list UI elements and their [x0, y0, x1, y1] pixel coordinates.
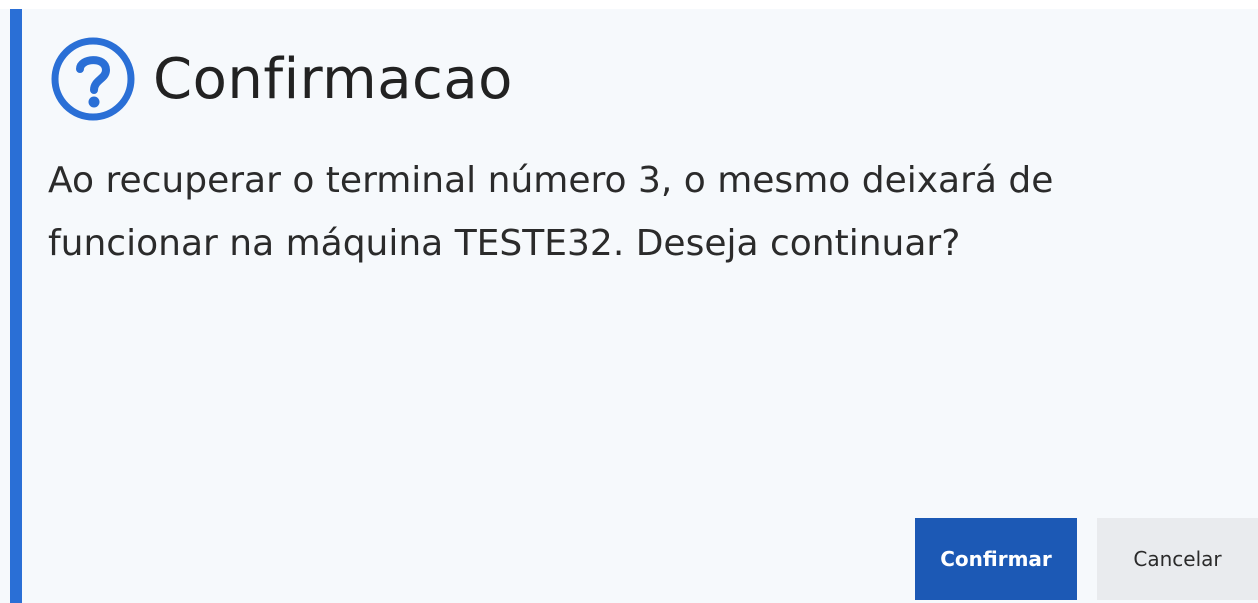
dialog-header: Confirmacao — [50, 33, 513, 125]
cancel-button[interactable]: Cancelar — [1097, 518, 1258, 600]
confirmation-dialog: Confirmacao Ao recuperar o terminal núme… — [0, 9, 1258, 603]
question-circle-icon — [50, 36, 136, 122]
dialog-title: Confirmacao — [153, 46, 513, 112]
confirm-button[interactable]: Confirmar — [915, 518, 1077, 600]
dialog-accent-bar — [10, 9, 22, 603]
dialog-message: Ao recuperar o terminal número 3, o mesm… — [48, 160, 1054, 264]
